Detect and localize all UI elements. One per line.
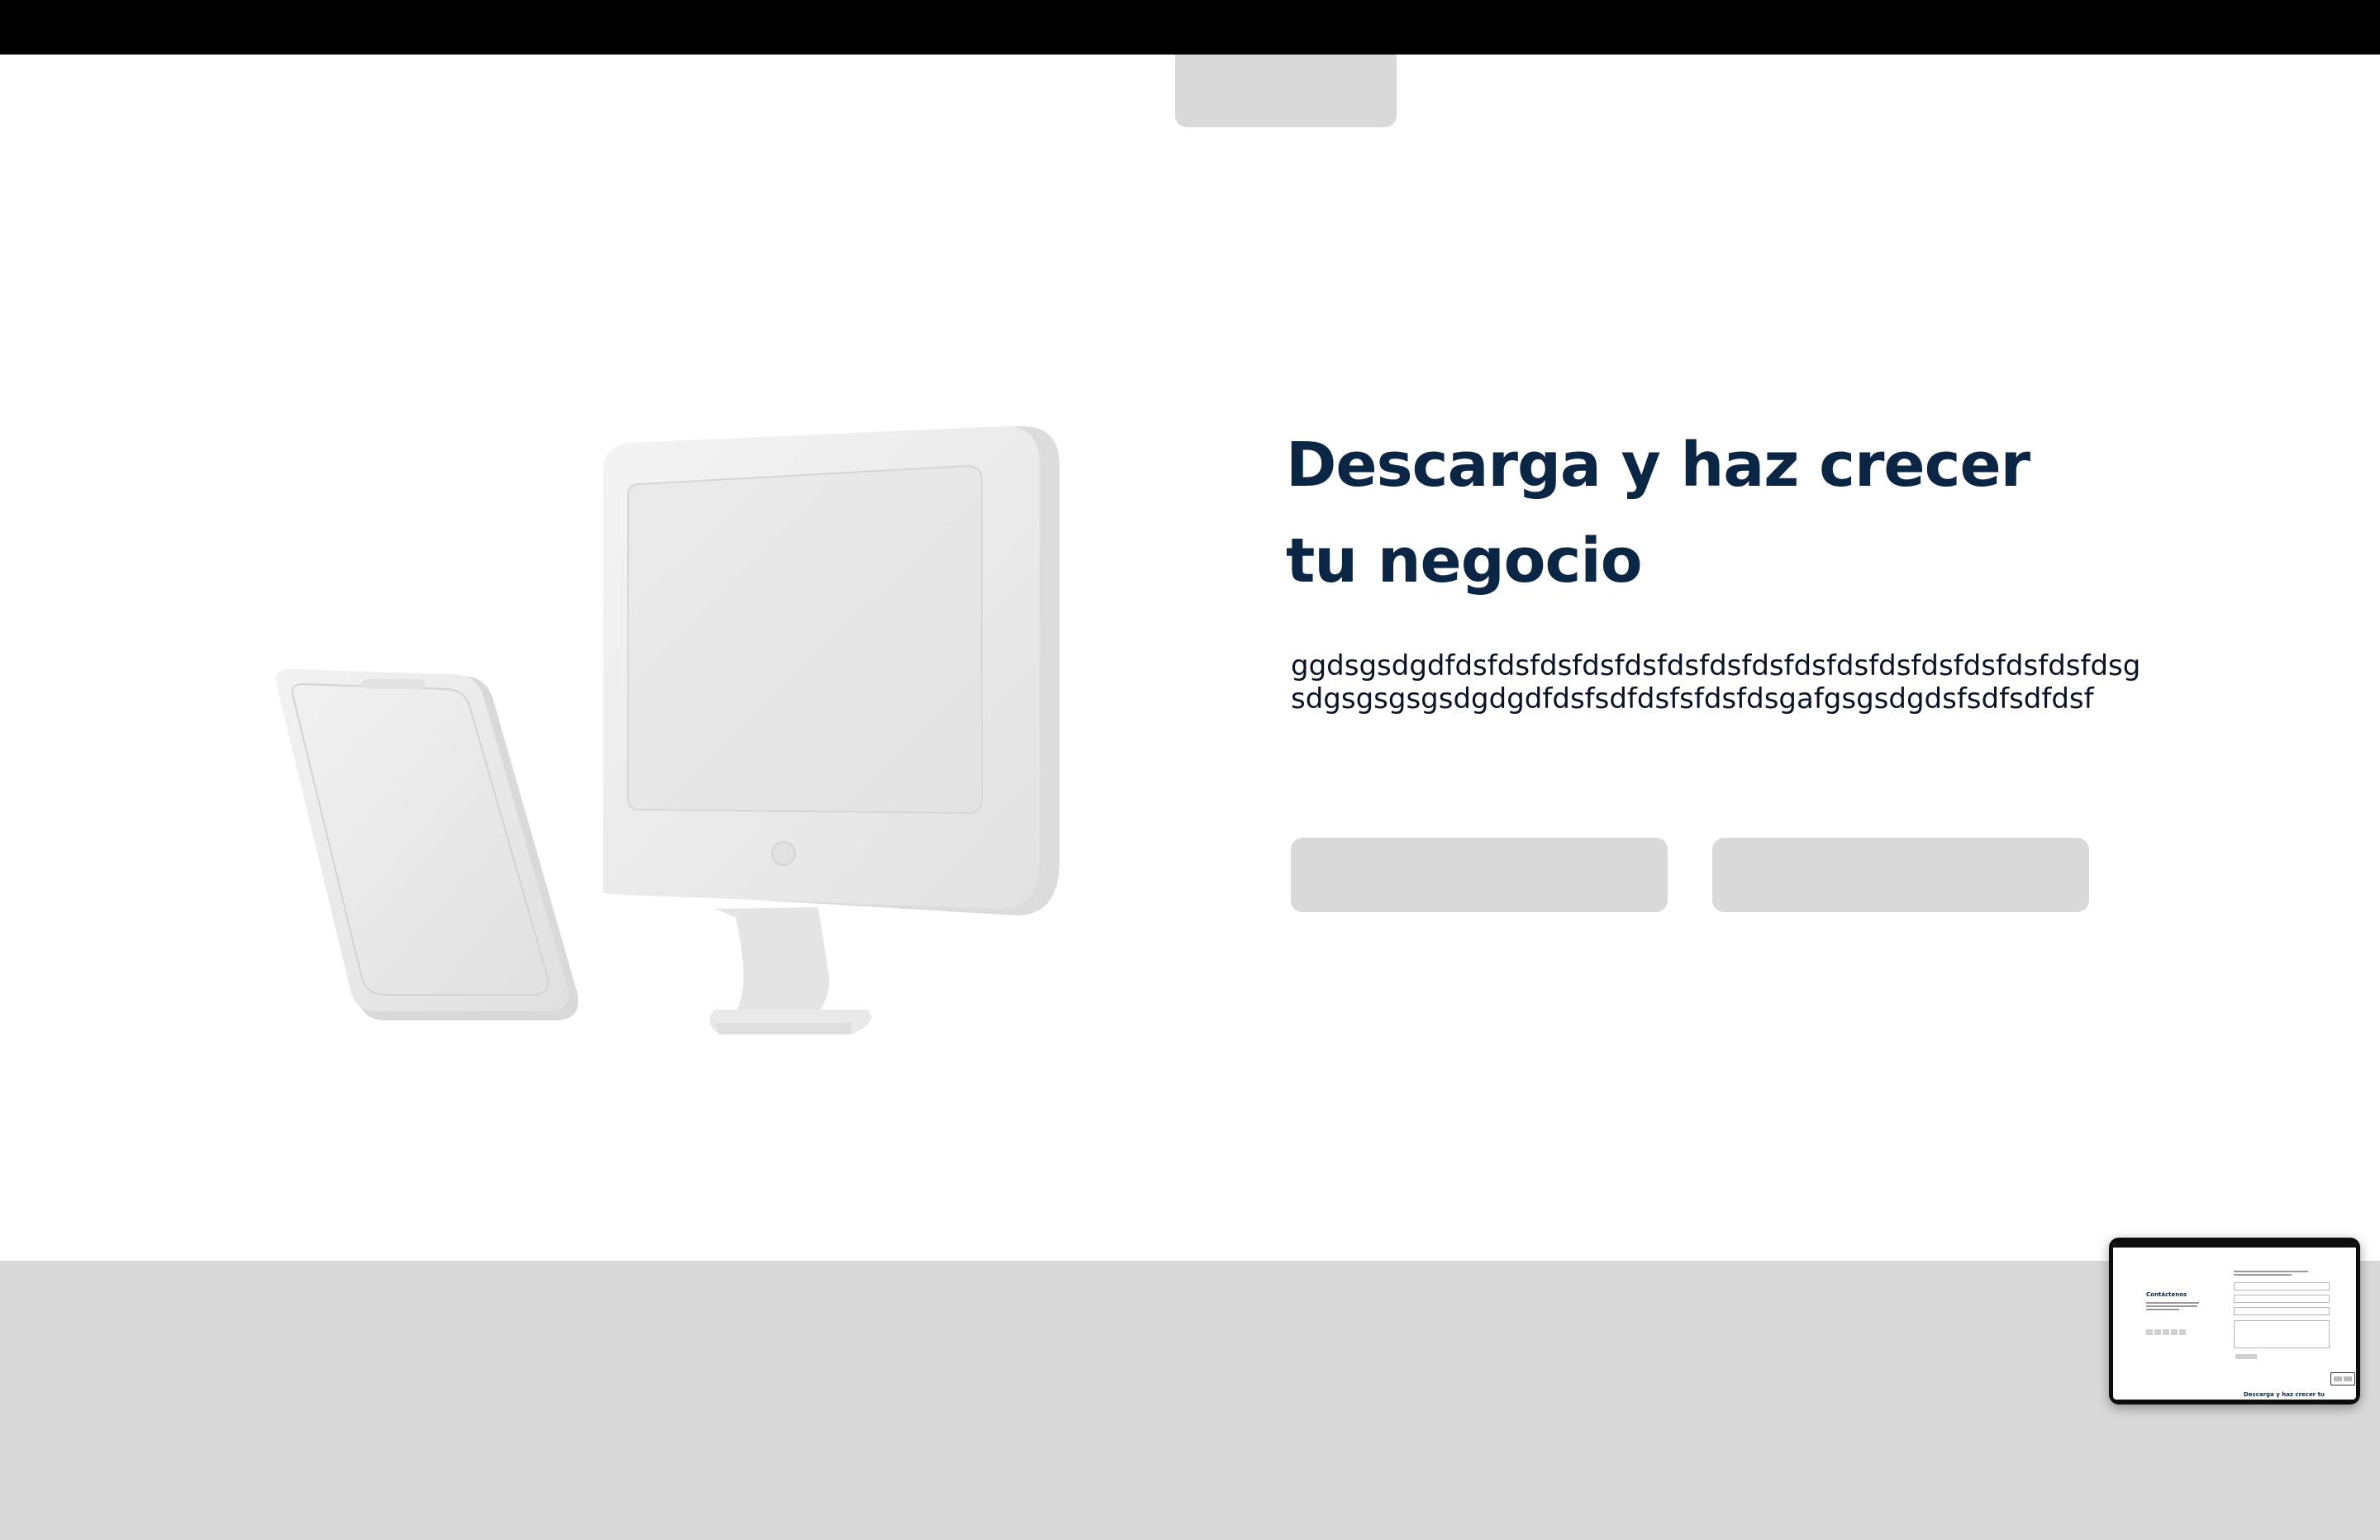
page: Descarga y haz crecer tu negocio ggdsgsd… [0, 0, 2380, 1540]
preview-social-icon [2154, 1329, 2161, 1335]
preview-heading: Contáctenos [2146, 1291, 2187, 1298]
phone [275, 669, 578, 1020]
preview-text-line [2234, 1271, 2308, 1272]
monitor-stand [709, 907, 872, 1034]
monitor [603, 425, 1059, 915]
hero-description: ggdsgsdgdfdsfdsfdsfdsfdsfdsfdsfdsfdsfdsf… [1291, 649, 2141, 715]
download-button-primary[interactable] [1291, 838, 1668, 912]
footer-section [0, 1261, 2380, 1540]
preview-expand-icon[interactable] [2330, 1372, 2355, 1386]
preview-submit-button [2235, 1354, 2257, 1359]
preview-social-icon [2179, 1329, 2186, 1335]
preview-text-line [2146, 1305, 2197, 1307]
preview-input-field [2234, 1307, 2330, 1315]
preview-input-field [2234, 1282, 2330, 1290]
nav-placeholder-button[interactable] [1175, 55, 1397, 127]
preview-text-line [2146, 1302, 2199, 1304]
preview-subheading: Descarga y haz crecer tu [2244, 1391, 2325, 1398]
top-bar [0, 0, 2380, 55]
preview-social-icon [2146, 1329, 2153, 1335]
preview-textarea-field [2234, 1320, 2330, 1348]
preview-text-line [2234, 1274, 2292, 1276]
preview-input-field [2234, 1295, 2330, 1303]
preview-text-line [2146, 1309, 2179, 1310]
preview-top-bar [2113, 1243, 2356, 1248]
devices-illustration [275, 425, 1059, 1034]
preview-social-icon [2163, 1329, 2169, 1335]
page-preview-thumbnail[interactable]: Contáctenos Descarga y haz crecer tu [2109, 1238, 2360, 1405]
preview-screen: Contáctenos Descarga y haz crecer tu [2113, 1243, 2356, 1400]
hero-title: Descarga y haz crecer tu negocio [1286, 430, 2030, 597]
download-button-secondary[interactable] [1712, 838, 2089, 912]
preview-social-icon [2171, 1329, 2178, 1335]
